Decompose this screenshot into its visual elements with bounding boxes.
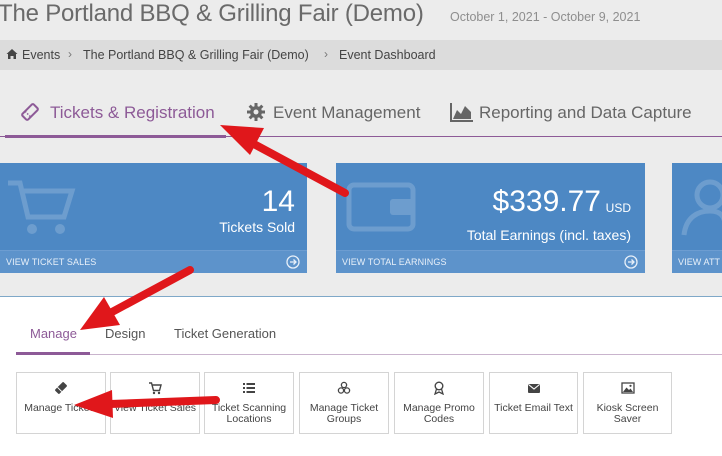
tickets-sold-count: 14 <box>261 185 295 218</box>
currency-label: USD <box>605 201 631 215</box>
total-earnings-card: $339.77 USD Total Earnings (incl. taxes)… <box>336 163 645 273</box>
main-tabs: Tickets & Registration Event Management … <box>0 88 722 138</box>
cubes-icon <box>337 381 351 394</box>
arrow-circle-right-icon <box>624 255 638 269</box>
event-dates: October 1, 2021 - October 9, 2021 <box>450 10 641 24</box>
wallet-icon <box>346 182 416 232</box>
active-subtab-indicator <box>16 352 90 355</box>
tile-label: Ticket Scanning Locations <box>211 402 287 425</box>
attendees-card: VIEW ATT <box>672 163 722 273</box>
manage-ticket-groups-button[interactable]: Manage Ticket Groups <box>299 372 389 434</box>
footer-label: VIEW ATT <box>678 257 721 267</box>
view-ticket-sales-button[interactable]: View Ticket Sales <box>110 372 200 434</box>
kiosk-screen-saver-button[interactable]: Kiosk Screen Saver <box>583 372 672 434</box>
shopping-cart-icon <box>8 180 76 234</box>
tickets-sold-label: Tickets Sold <box>219 219 295 235</box>
tile-label: View Ticket Sales <box>113 402 197 414</box>
subtab-manage[interactable]: Manage <box>30 326 77 341</box>
list-icon <box>243 383 255 393</box>
tickets-sold-card: 14 Tickets Sold VIEW TICKET SALES <box>0 163 307 273</box>
footer-label: VIEW TOTAL EARNINGS <box>342 257 447 267</box>
breadcrumb-separator: › <box>68 47 72 61</box>
image-icon <box>620 382 635 394</box>
view-ticket-sales-link[interactable]: VIEW TICKET SALES <box>0 250 307 273</box>
breadcrumb-event-link[interactable]: The Portland BBQ & Grilling Fair (Demo) <box>83 48 309 62</box>
manage-tickets-button[interactable]: Manage Tickets <box>16 372 106 434</box>
tab-label: Reporting and Data Capture <box>479 103 692 122</box>
manage-panel: Manage Design Ticket Generation Manage T… <box>0 296 722 456</box>
view-attendees-link[interactable]: VIEW ATT <box>672 250 722 273</box>
footer-label: VIEW TICKET SALES <box>6 257 97 267</box>
tile-label: Manage Tickets <box>24 402 98 414</box>
subtabs-underline <box>16 354 722 355</box>
sub-tabs: Manage Design Ticket Generation <box>0 297 722 355</box>
breadcrumb-current: Event Dashboard <box>339 48 436 62</box>
breadcrumb: Events › The Portland BBQ & Grilling Fai… <box>0 40 722 70</box>
shopping-cart-icon <box>149 382 162 395</box>
home-icon <box>6 49 18 59</box>
tile-label: Kiosk Screen Saver <box>596 402 659 425</box>
view-total-earnings-link[interactable]: VIEW TOTAL EARNINGS <box>336 250 645 273</box>
ticket-scanning-locations-button[interactable]: Ticket Scanning Locations <box>204 372 294 434</box>
area-chart-icon <box>450 103 473 122</box>
ticket-email-text-button[interactable]: Ticket Email Text <box>489 372 578 434</box>
tile-label: Manage Promo Codes <box>403 402 475 425</box>
ticket-icon <box>21 103 39 121</box>
tab-label: Tickets & Registration <box>50 103 215 122</box>
ticket-icon <box>55 382 67 394</box>
gear-icon <box>247 103 265 121</box>
total-earnings-amount: $339.77 <box>492 185 601 218</box>
tile-label: Ticket Email Text <box>494 402 573 414</box>
manage-promo-codes-button[interactable]: Manage Promo Codes <box>394 372 484 434</box>
event-title-bar: The Portland BBQ & Grilling Fair (Demo) … <box>0 0 722 38</box>
total-earnings-label: Total Earnings (incl. taxes) <box>466 227 631 243</box>
subtab-ticket-generation[interactable]: Ticket Generation <box>174 326 276 341</box>
breadcrumb-events-link[interactable]: Events <box>22 48 60 62</box>
tab-label: Event Management <box>273 103 421 122</box>
award-icon <box>434 381 444 395</box>
tile-label: Manage Ticket Groups <box>309 402 379 425</box>
page-title: The Portland BBQ & Grilling Fair (Demo) <box>0 0 424 27</box>
envelope-icon <box>527 384 540 393</box>
arrow-circle-right-icon <box>286 255 300 269</box>
breadcrumb-separator: › <box>324 47 328 61</box>
active-tab-indicator <box>5 135 226 138</box>
user-icon <box>681 179 722 236</box>
subtab-design[interactable]: Design <box>105 326 145 341</box>
